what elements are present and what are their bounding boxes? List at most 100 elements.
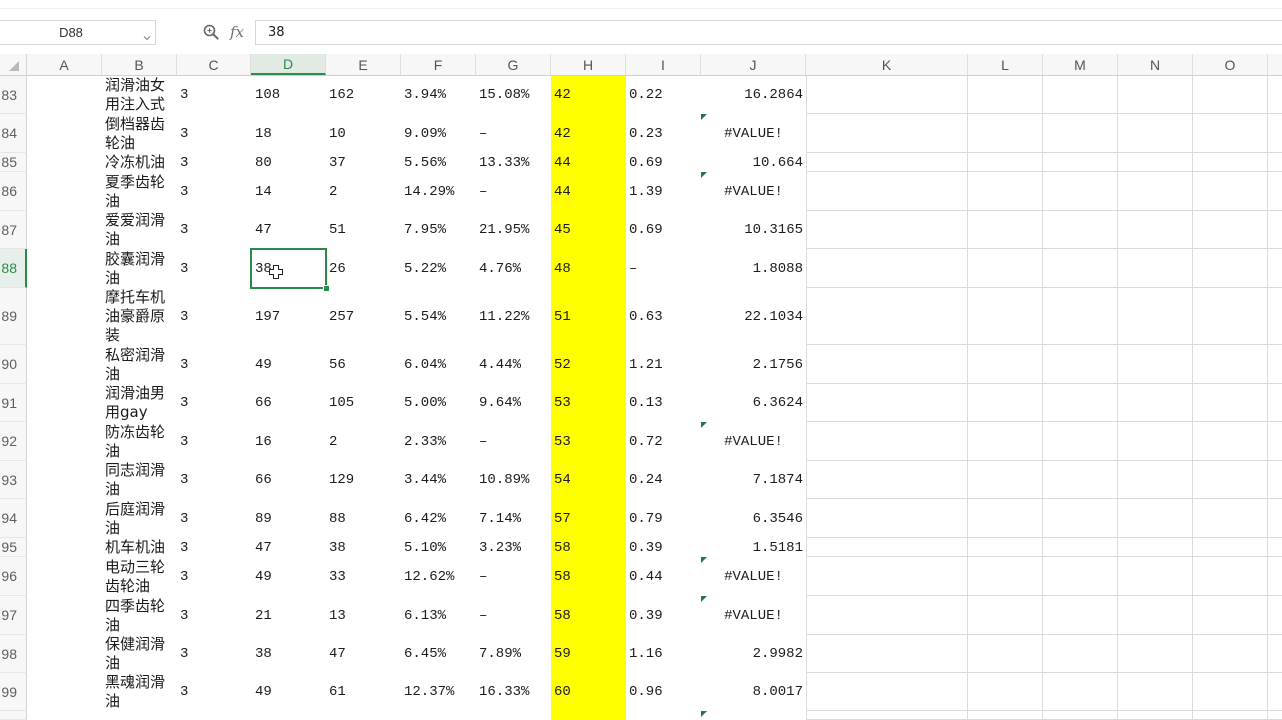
sheet-grid[interactable]: ABCDEFGHIJKLMNO 83 润滑油女用注入式 3 108 162 3.94% 15…	[0, 54, 1282, 720]
cell-a93[interactable]	[27, 461, 102, 499]
cell-f83[interactable]: 3.94%	[401, 76, 476, 114]
cell-f93[interactable]: 3.44%	[401, 461, 476, 499]
cell-e96[interactable]: 33	[326, 557, 401, 596]
cell-m89[interactable]	[1043, 288, 1118, 345]
cell-j97[interactable]: #VALUE!	[701, 596, 806, 635]
cell-partial-column[interactable]	[1268, 345, 1282, 384]
cell-e85[interactable]: 37	[326, 153, 401, 172]
cell-a86[interactable]	[27, 172, 102, 211]
cell-c93[interactable]: 3	[177, 461, 251, 499]
cell-j96[interactable]: #VALUE!	[701, 557, 806, 596]
cell-b92[interactable]: 防冻齿轮油	[102, 422, 177, 461]
cell-partial-column[interactable]	[1268, 422, 1282, 461]
cell-i84[interactable]: 0.23	[626, 114, 701, 153]
cell-n84[interactable]	[1118, 114, 1193, 153]
cell-h84[interactable]: 42	[551, 114, 626, 153]
cell-l94[interactable]	[968, 499, 1043, 538]
row-header[interactable]: 96	[0, 557, 27, 596]
cell-partial-column[interactable]	[1268, 538, 1282, 557]
cell-g88[interactable]: 4.76%	[476, 249, 551, 288]
cell-o92[interactable]	[1193, 422, 1268, 461]
cell-n97[interactable]	[1118, 596, 1193, 635]
row-header[interactable]: 92	[0, 422, 27, 461]
cell-i91[interactable]: 0.13	[626, 384, 701, 422]
cell-k87[interactable]	[806, 211, 968, 249]
cell-k93[interactable]	[806, 461, 968, 499]
cell-l97[interactable]	[968, 596, 1043, 635]
cell-partial-column[interactable]	[1268, 711, 1282, 720]
cell-i86[interactable]: 1.39	[626, 172, 701, 211]
cell-m83[interactable]	[1043, 76, 1118, 114]
cell-d86[interactable]: 14	[251, 172, 326, 211]
cell-j93[interactable]: 7.1874	[701, 461, 806, 499]
cell-partial-column[interactable]	[1268, 557, 1282, 596]
cell-n91[interactable]	[1118, 384, 1193, 422]
cell-o83[interactable]	[1193, 76, 1268, 114]
cell-g94[interactable]: 7.14%	[476, 499, 551, 538]
cell-i95[interactable]: 0.39	[626, 538, 701, 557]
cell-d96[interactable]: 49	[251, 557, 326, 596]
cell-l98[interactable]	[968, 635, 1043, 673]
cell-f96[interactable]: 12.62%	[401, 557, 476, 596]
cell-e95[interactable]: 38	[326, 538, 401, 557]
cell-c[interactable]	[177, 711, 251, 720]
cell-i97[interactable]: 0.39	[626, 596, 701, 635]
cell-b86[interactable]: 夏季齿轮油	[102, 172, 177, 211]
cell-j92[interactable]: #VALUE!	[701, 422, 806, 461]
cell-partial-column[interactable]	[1268, 384, 1282, 422]
cell-i93[interactable]: 0.24	[626, 461, 701, 499]
cell-k89[interactable]	[806, 288, 968, 345]
cell-n90[interactable]	[1118, 345, 1193, 384]
cell-b89[interactable]: 摩托车机油豪爵原装	[102, 288, 177, 345]
cell-d84[interactable]: 18	[251, 114, 326, 153]
cell-a90[interactable]	[27, 345, 102, 384]
cell-b88[interactable]: 胶囊润滑油	[102, 249, 177, 288]
cell-i96[interactable]: 0.44	[626, 557, 701, 596]
cell-l99[interactable]	[968, 673, 1043, 711]
column-header-j[interactable]: J	[701, 54, 806, 75]
cell-o96[interactable]	[1193, 557, 1268, 596]
cell-k94[interactable]	[806, 499, 968, 538]
column-header-m[interactable]: M	[1043, 54, 1118, 75]
cell-o98[interactable]	[1193, 635, 1268, 673]
cell-e84[interactable]: 10	[326, 114, 401, 153]
cell-n99[interactable]	[1118, 673, 1193, 711]
cell-partial-column[interactable]	[1268, 596, 1282, 635]
cell-a94[interactable]	[27, 499, 102, 538]
row-header[interactable]: 91	[0, 384, 27, 422]
cell-g83[interactable]: 15.08%	[476, 76, 551, 114]
cell-c87[interactable]: 3	[177, 211, 251, 249]
cell-c83[interactable]: 3	[177, 76, 251, 114]
cell-o93[interactable]	[1193, 461, 1268, 499]
cell-c86[interactable]: 3	[177, 172, 251, 211]
cell-o95[interactable]	[1193, 538, 1268, 557]
cell-a91[interactable]	[27, 384, 102, 422]
cell-l96[interactable]	[968, 557, 1043, 596]
cell-c84[interactable]: 3	[177, 114, 251, 153]
select-all-button[interactable]	[0, 54, 27, 75]
row-header[interactable]: 89	[0, 288, 27, 345]
cell-g97[interactable]: –	[476, 596, 551, 635]
cell-e87[interactable]: 51	[326, 211, 401, 249]
cell-m99[interactable]	[1043, 673, 1118, 711]
cell-k90[interactable]	[806, 345, 968, 384]
cell-n86[interactable]	[1118, 172, 1193, 211]
cell-o[interactable]	[1193, 711, 1268, 720]
cell-o86[interactable]	[1193, 172, 1268, 211]
row-header[interactable]	[0, 711, 27, 720]
cell-o88[interactable]	[1193, 249, 1268, 288]
cell-b84[interactable]: 倒档器齿轮油	[102, 114, 177, 153]
cell-l89[interactable]	[968, 288, 1043, 345]
column-header-h[interactable]: H	[551, 54, 626, 75]
cell-m91[interactable]	[1043, 384, 1118, 422]
cell-d99[interactable]: 49	[251, 673, 326, 711]
cell-partial-column[interactable]	[1268, 76, 1282, 114]
cell-f91[interactable]: 5.00%	[401, 384, 476, 422]
cell-k95[interactable]	[806, 538, 968, 557]
cell-l93[interactable]	[968, 461, 1043, 499]
cell-h88[interactable]: 48	[551, 249, 626, 288]
cell-c95[interactable]: 3	[177, 538, 251, 557]
active-cell-d88[interactable]: 38	[250, 248, 330, 292]
cell-i92[interactable]: 0.72	[626, 422, 701, 461]
insert-function-button[interactable]: fx	[230, 22, 244, 42]
